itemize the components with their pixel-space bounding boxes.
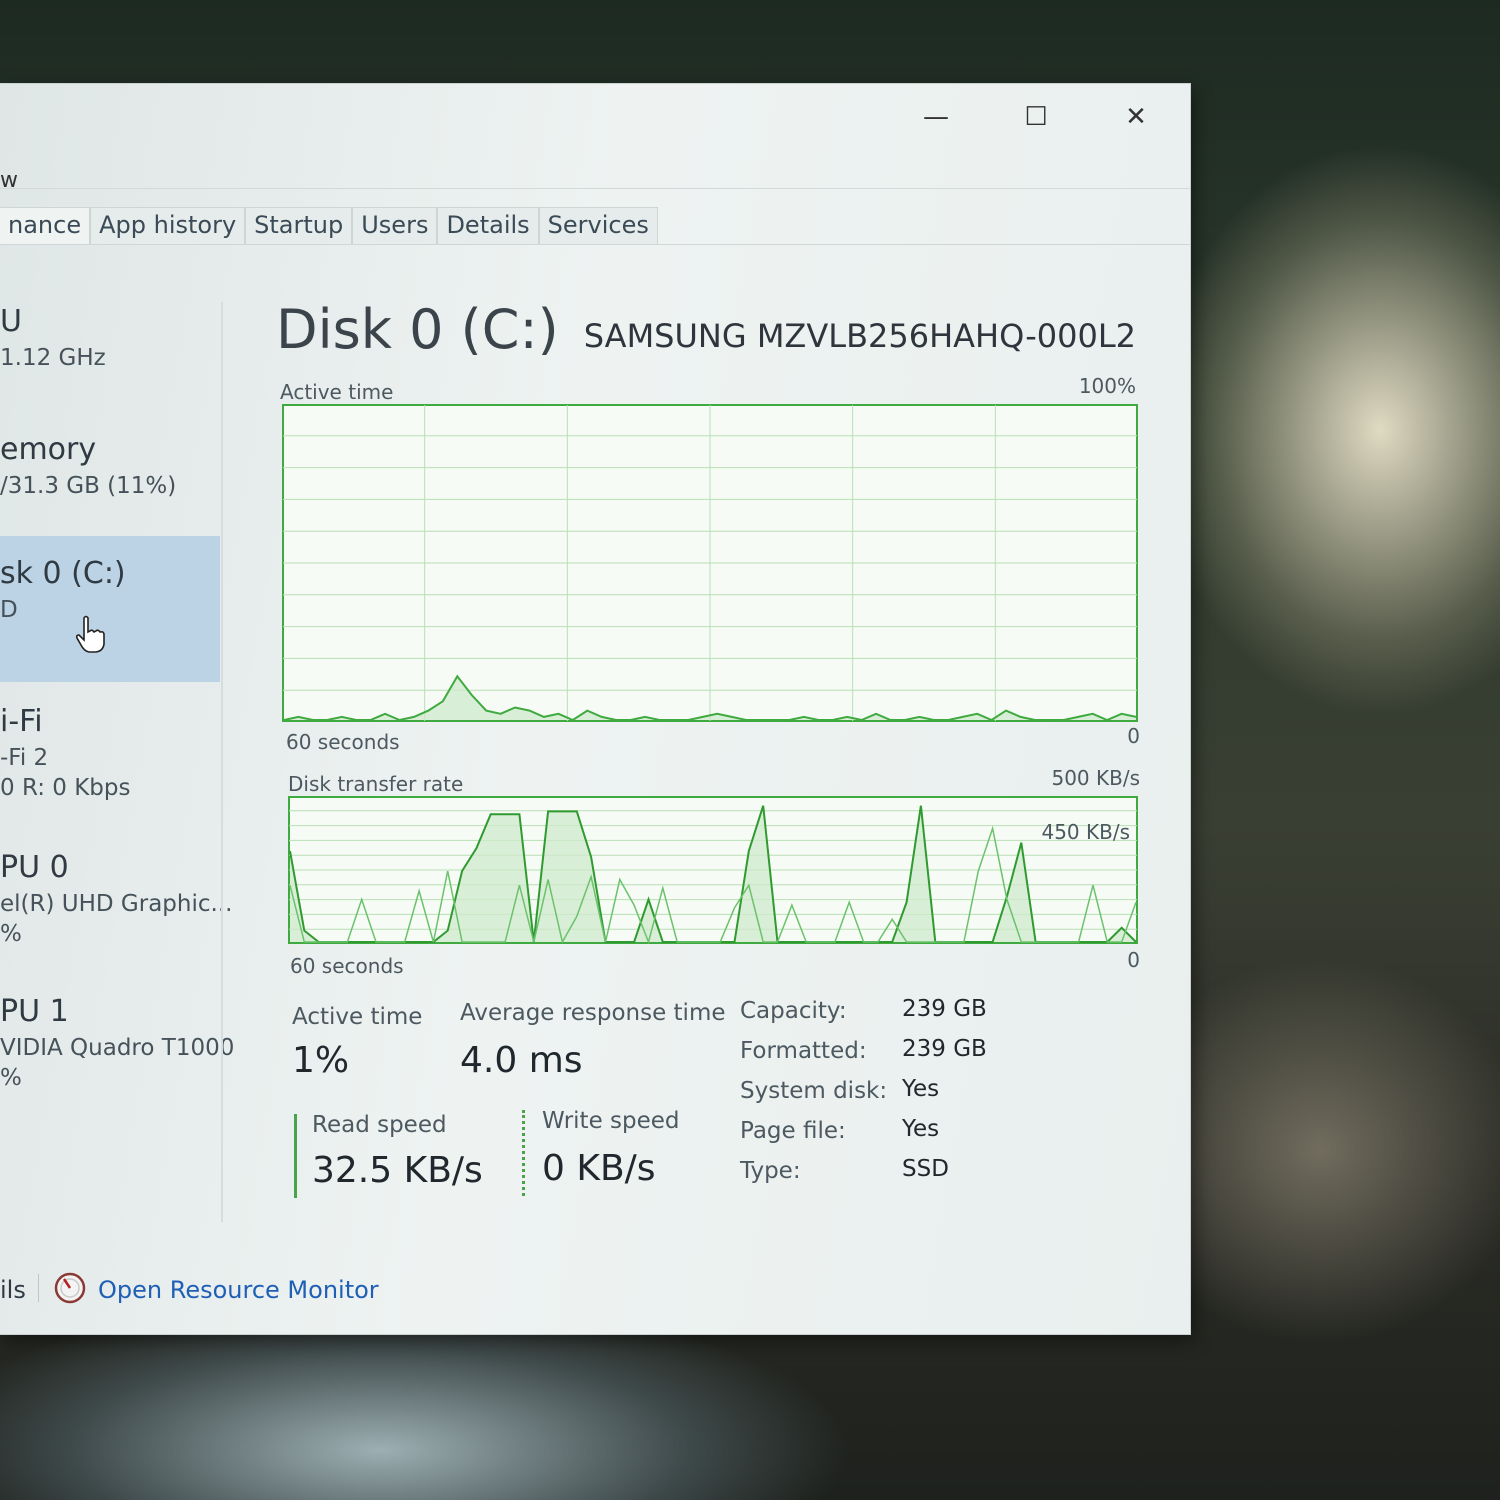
sidebar-item-title: sk 0 (C:) bbox=[0, 556, 126, 591]
maximize-button[interactable]: ☐ bbox=[1016, 102, 1056, 132]
property-key: Page file: bbox=[740, 1118, 846, 1144]
sidebar-item-detail: -Fi 2 bbox=[0, 745, 49, 771]
sidebar-item-gpu1[interactable]: PU 1 VIDIA Quadro T1000 % bbox=[0, 994, 235, 1104]
sidebar-item-detail: D bbox=[0, 597, 18, 623]
sidebar-divider bbox=[221, 302, 223, 1222]
sidebar-item-detail: el(R) UHD Graphic... bbox=[0, 891, 233, 917]
sidebar-item-extra: 0 R: 0 Kbps bbox=[0, 775, 131, 801]
read-speed-indicator bbox=[294, 1114, 297, 1198]
close-button[interactable]: ✕ bbox=[1116, 102, 1156, 132]
sidebar-item-title: i-Fi bbox=[0, 704, 43, 739]
tab-users[interactable]: Users bbox=[352, 207, 438, 244]
task-manager-window: — ☐ ✕ w nance App history Startup Users … bbox=[0, 84, 1190, 1334]
tab-bar: nance App history Startup Users Details … bbox=[0, 207, 658, 244]
sidebar-item-extra: % bbox=[0, 1065, 22, 1091]
tab-divider bbox=[0, 244, 1190, 245]
avg-response-label: Average response time bbox=[460, 1000, 726, 1026]
read-speed-value: 32.5 KB/s bbox=[312, 1150, 483, 1191]
property-value: Yes bbox=[902, 1076, 940, 1102]
sidebar-item-memory[interactable]: emory /31.3 GB (11%) bbox=[0, 432, 220, 522]
disk-model: SAMSUNG MZVLB256HAHQ-000L2 bbox=[583, 317, 1136, 355]
fewer-details-link[interactable]: ils bbox=[0, 1276, 26, 1304]
sidebar-item-title: PU 1 bbox=[0, 994, 69, 1029]
write-speed-indicator bbox=[522, 1110, 525, 1196]
active-time-duration-label: 60 seconds bbox=[286, 730, 400, 754]
sidebar-item-title: U bbox=[0, 304, 22, 339]
sidebar-item-detail: /31.3 GB (11%) bbox=[0, 473, 177, 499]
menu-item-view[interactable]: w bbox=[0, 168, 18, 193]
tab-services[interactable]: Services bbox=[538, 207, 658, 244]
sidebar-item-title: emory bbox=[0, 432, 97, 467]
transfer-rate-duration-label: 60 seconds bbox=[290, 954, 404, 978]
tab-details[interactable]: Details bbox=[437, 207, 539, 244]
property-value: Yes bbox=[902, 1116, 940, 1142]
property-value: SSD bbox=[902, 1156, 949, 1182]
sidebar-item-cpu[interactable]: U 1.12 GHz bbox=[0, 304, 220, 394]
active-time-min-label: 0 bbox=[1127, 724, 1140, 748]
active-time-max-label: 100% bbox=[1078, 374, 1136, 398]
property-key: Formatted: bbox=[740, 1038, 867, 1064]
footer-divider bbox=[38, 1274, 39, 1302]
resource-monitor-icon bbox=[54, 1272, 86, 1304]
active-time-graph-label: Active time bbox=[280, 380, 394, 404]
property-key: Type: bbox=[740, 1158, 801, 1184]
sidebar-item-detail: VIDIA Quadro T1000 bbox=[0, 1035, 235, 1061]
active-time-stat-value: 1% bbox=[292, 1040, 350, 1081]
write-speed-label: Write speed bbox=[542, 1108, 680, 1134]
sidebar-item-disk0[interactable]: sk 0 (C:) D bbox=[0, 536, 220, 682]
sidebar-item-extra: % bbox=[0, 921, 22, 947]
active-time-stat-label: Active time bbox=[292, 1004, 423, 1030]
property-value: 239 GB bbox=[902, 996, 987, 1022]
transfer-rate-inner-label: 450 KB/s bbox=[1041, 820, 1130, 844]
tab-performance[interactable]: nance bbox=[0, 207, 91, 244]
property-key: System disk: bbox=[740, 1078, 888, 1104]
read-speed-label: Read speed bbox=[312, 1112, 447, 1138]
transfer-rate-max-label: 500 KB/s bbox=[1051, 766, 1140, 790]
transfer-rate-graph bbox=[288, 796, 1138, 944]
property-value: 239 GB bbox=[902, 1036, 987, 1062]
hand-cursor-icon bbox=[75, 615, 105, 653]
transfer-rate-graph-label: Disk transfer rate bbox=[288, 772, 464, 796]
active-time-graph bbox=[282, 404, 1138, 722]
sidebar-item-wifi[interactable]: i-Fi -Fi 2 0 R: 0 Kbps bbox=[0, 704, 220, 814]
avg-response-value: 4.0 ms bbox=[460, 1040, 583, 1081]
menu-divider bbox=[0, 188, 1190, 189]
tab-app-history[interactable]: App history bbox=[90, 207, 246, 244]
open-resource-monitor-link[interactable]: Open Resource Monitor bbox=[98, 1276, 379, 1304]
write-speed-value: 0 KB/s bbox=[542, 1148, 656, 1189]
sidebar-item-detail: 1.12 GHz bbox=[0, 345, 106, 371]
transfer-rate-min-label: 0 bbox=[1127, 948, 1140, 972]
property-key: Capacity: bbox=[740, 998, 847, 1024]
tab-startup[interactable]: Startup bbox=[245, 207, 353, 244]
sidebar-item-gpu0[interactable]: PU 0 el(R) UHD Graphic... % bbox=[0, 850, 233, 960]
sidebar-item-title: PU 0 bbox=[0, 850, 69, 885]
page-title: Disk 0 (C:) bbox=[276, 298, 559, 361]
minimize-button[interactable]: — bbox=[916, 102, 956, 132]
